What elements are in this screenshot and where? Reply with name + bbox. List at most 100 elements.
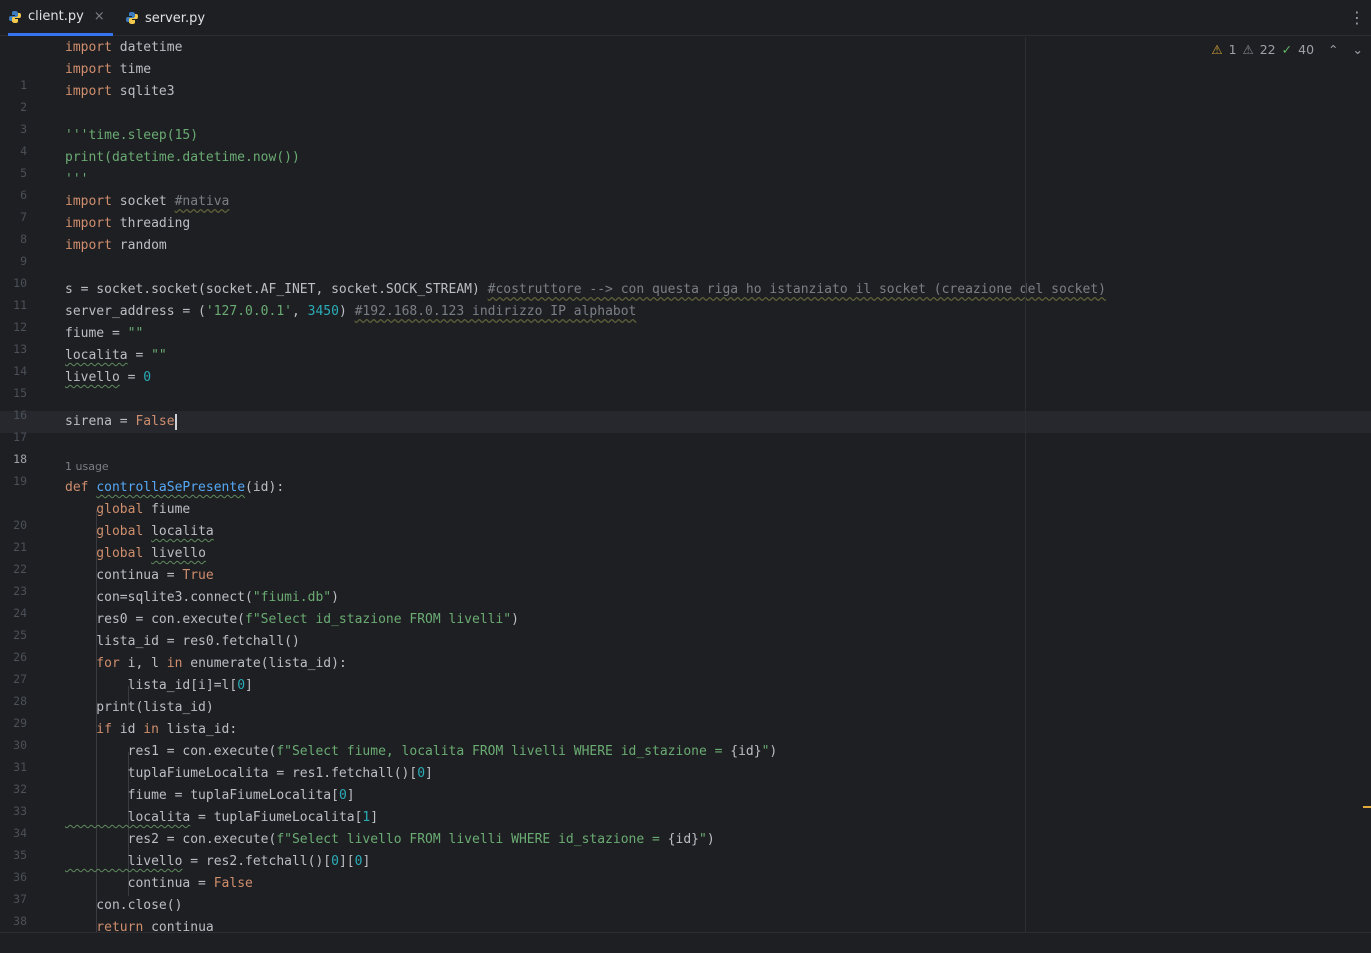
code-line-10: import random <box>65 238 167 253</box>
code-line-3: import sqlite3 <box>65 84 175 99</box>
line-number: 2 <box>20 100 27 114</box>
code-line-15: localita = "" <box>65 348 167 363</box>
code-editor[interactable]: 1 2 3 4 5 6 7 8 9 10 11 12 13 14 15 16 17 18 19 20 21 22 23 24 2… <box>0 37 1371 932</box>
editor-tab-bar: client.py × server.py ⋮ <box>0 0 1371 36</box>
code-line-28: for i, l in enumerate(lista_id): <box>65 656 347 671</box>
line-number: 34 <box>13 826 27 840</box>
code-line-24: continua = True <box>65 568 214 583</box>
code-line-35: localita = tuplaFiumeLocalita[1] <box>65 810 379 825</box>
text-caret <box>174 413 177 430</box>
right-margin-guide <box>1025 37 1026 932</box>
line-number: 4 <box>20 144 27 158</box>
weak-warning-icon: ⚠ <box>1242 42 1254 57</box>
code-line-26: res0 = con.execute(f"Select id_stazione … <box>65 612 519 627</box>
code-line-39: con.close() <box>65 898 183 913</box>
code-line-38: continua = False <box>65 876 253 891</box>
code-line-13: server_address = ('127.0.0.1', 3450) #19… <box>65 304 637 319</box>
code-line-37: livello = res2.fetchall()[0][0] <box>65 854 371 869</box>
usage-hint[interactable]: 1 usage <box>65 460 109 473</box>
line-number: 32 <box>13 782 27 796</box>
line-number: 22 <box>13 562 27 576</box>
line-number: 30 <box>13 738 27 752</box>
code-line-20: def controllaSePresente(id): <box>65 480 285 495</box>
line-number: 33 <box>13 804 27 818</box>
line-number: 24 <box>13 606 27 620</box>
line-number: 3 <box>20 122 27 136</box>
code-line-1: import datetime <box>65 40 183 55</box>
tab-menu-icon[interactable]: ⋮ <box>1349 8 1365 27</box>
typo-count: 40 <box>1298 42 1315 57</box>
line-number: 35 <box>13 848 27 862</box>
line-number: 26 <box>13 650 27 664</box>
line-number: 27 <box>13 672 27 686</box>
code-line-31: if id in lista_id: <box>65 722 238 737</box>
code-line-6: print(datetime.datetime.now()) <box>65 150 300 165</box>
typo-check-icon: ✓ <box>1281 42 1293 57</box>
code-line-5: '''time.sleep(15) <box>65 128 199 143</box>
code-line-8: import socket #nativa <box>65 194 230 209</box>
code-line-22: global localita <box>65 524 214 539</box>
next-highlight-icon[interactable]: ⌄ <box>1353 42 1363 57</box>
code-line-9: import threading <box>65 216 191 231</box>
code-line-30: print(lista_id) <box>65 700 214 715</box>
tab-label: server.py <box>145 10 206 26</box>
code-line-36: res2 = con.execute(f"Select livello FROM… <box>65 832 715 847</box>
line-number: 12 <box>13 320 27 334</box>
line-number: 37 <box>13 892 27 906</box>
line-number: 10 <box>13 276 27 290</box>
line-number: 8 <box>20 232 27 246</box>
line-number: 19 <box>13 474 27 488</box>
code-line-25: con=sqlite3.connect("fiumi.db") <box>65 590 339 605</box>
code-line-33: tuplaFiumeLocalita = res1.fetchall()[0] <box>65 766 433 781</box>
line-number: 17 <box>13 430 27 444</box>
line-number: 11 <box>13 298 27 312</box>
code-line-34: fiume = tuplaFiumeLocalita[0] <box>65 788 355 803</box>
line-number-gutter: 1 2 3 4 5 6 7 8 9 10 11 12 13 14 15 16 17 18 19 20 21 22 23 24 2… <box>0 74 56 932</box>
line-number: 20 <box>13 518 27 532</box>
code-line-40: return continua <box>65 920 214 932</box>
line-number: 5 <box>20 166 27 180</box>
python-file-icon <box>9 10 21 23</box>
code-line-23: global livello <box>65 546 206 561</box>
tab-server-py[interactable]: server.py <box>125 0 215 36</box>
close-tab-icon[interactable]: × <box>94 9 105 24</box>
line-number: 25 <box>13 628 27 642</box>
line-number: 36 <box>13 870 27 884</box>
line-number: 38 <box>13 914 27 928</box>
status-bar <box>0 932 1371 953</box>
line-number: 21 <box>13 540 27 554</box>
code-line-14: fiume = "" <box>65 326 144 341</box>
python-file-icon <box>126 12 138 24</box>
code-line-32: res1 = con.execute(f"Select fiume, local… <box>65 744 778 759</box>
error-count: 1 <box>1228 42 1237 57</box>
warning-scroll-marker[interactable] <box>1363 806 1371 808</box>
code-line-12: s = socket.socket(socket.AF_INET, socket… <box>65 282 1106 297</box>
line-number: 9 <box>20 254 27 268</box>
code-line-18: sirena = False <box>65 413 177 430</box>
line-number: 29 <box>13 716 27 730</box>
previous-highlight-icon[interactable]: ⌃ <box>1328 42 1338 57</box>
line-number: 13 <box>13 342 27 356</box>
code-line-2: import time <box>65 62 152 77</box>
line-number: 16 <box>13 408 27 422</box>
warning-icon: ⚠ <box>1211 42 1223 57</box>
line-number: 23 <box>13 584 27 598</box>
code-line-27: lista_id = res0.fetchall() <box>65 634 300 649</box>
code-line-7: ''' <box>65 172 89 187</box>
tab-label: client.py <box>28 9 84 24</box>
line-number: 7 <box>20 210 27 224</box>
code-line-21: global fiume <box>65 502 191 517</box>
line-number: 1 <box>20 78 27 92</box>
current-line-highlight <box>0 411 1371 433</box>
code-line-29: lista_id[i]=l[0] <box>65 678 253 693</box>
line-number: 18 <box>13 452 27 466</box>
line-number: 6 <box>20 188 27 202</box>
warning-count: 22 <box>1259 42 1276 57</box>
line-number: 28 <box>13 694 27 708</box>
code-line-16: livello = 0 <box>65 370 152 385</box>
inspection-widget[interactable]: ⚠ 1 ⚠ 22 ✓ 40 ⌃ ⌄ <box>1211 42 1363 57</box>
line-number: 15 <box>13 386 27 400</box>
line-number: 14 <box>13 364 27 378</box>
line-number: 31 <box>13 760 27 774</box>
tab-client-py[interactable]: client.py × <box>8 0 113 36</box>
